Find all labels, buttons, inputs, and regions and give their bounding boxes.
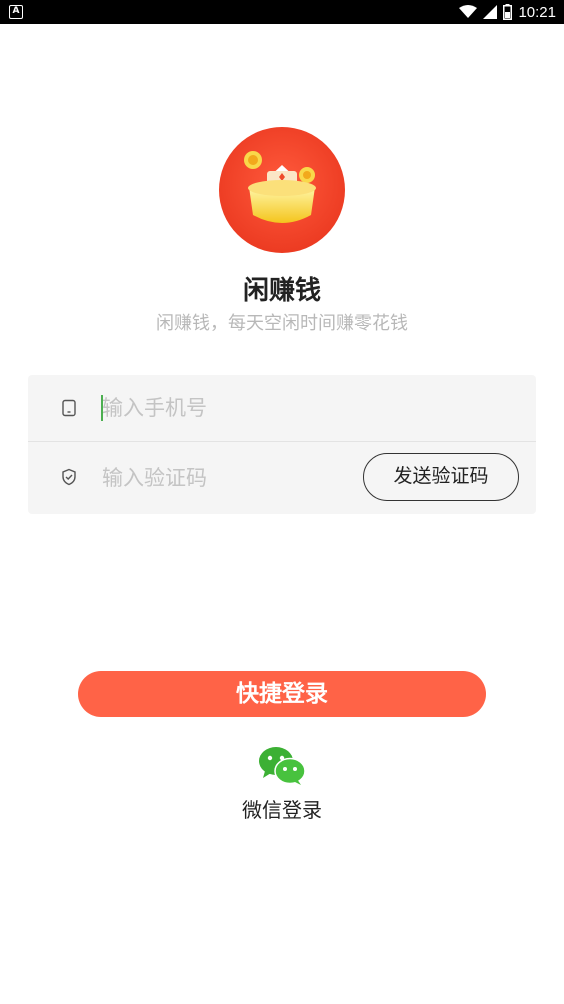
verification-code-input[interactable]: [102, 463, 352, 493]
shield-icon: [62, 468, 76, 486]
wechat-icon: [259, 747, 305, 785]
login-form: 发送验证码: [28, 375, 536, 514]
notification-icon: A: [9, 5, 23, 19]
status-time: 10:21: [518, 3, 556, 21]
wechat-login-button[interactable]: 微信登录: [232, 746, 332, 826]
status-bar: A 10:21: [0, 0, 564, 24]
quick-login-button[interactable]: 快捷登录: [78, 671, 486, 717]
phone-icon: [62, 399, 76, 417]
phone-row: [28, 375, 536, 442]
signal-icon: [483, 5, 498, 19]
status-indicators: 10:21: [459, 0, 556, 24]
app-logo: [219, 127, 345, 253]
phone-input[interactable]: [102, 393, 482, 423]
wifi-icon: [459, 5, 478, 18]
battery-icon: [503, 4, 513, 20]
send-code-button[interactable]: 发送验证码: [363, 453, 519, 501]
app-slogan: 闲赚钱，每天空闲时间赚零花钱: [156, 313, 408, 334]
code-row: 发送验证码: [28, 442, 536, 514]
wechat-login-label: 微信登录: [242, 798, 322, 822]
app-name: 闲赚钱: [242, 276, 321, 306]
